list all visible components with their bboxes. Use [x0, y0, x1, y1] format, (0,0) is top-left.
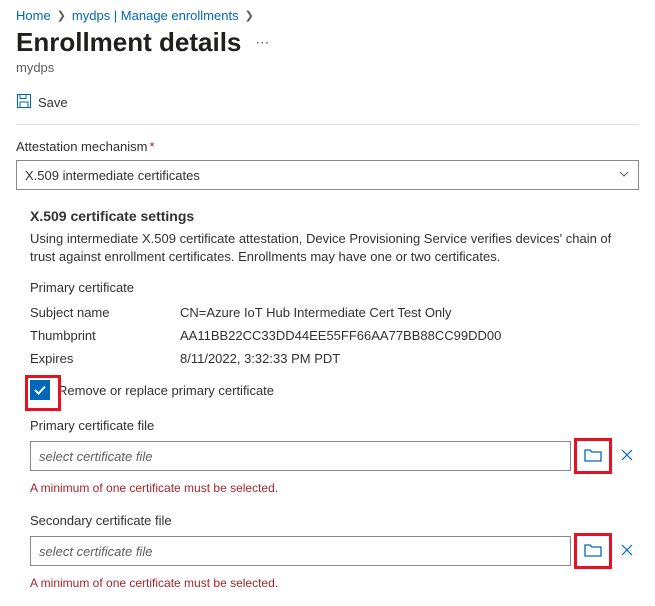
attestation-value: X.509 intermediate certificates	[25, 168, 618, 183]
x509-heading: X.509 certificate settings	[30, 208, 639, 224]
primary-file-clear-button[interactable]	[615, 441, 639, 471]
primary-file-input[interactable]: select certificate file	[30, 441, 571, 471]
remove-replace-label: Remove or replace primary certificate	[58, 383, 274, 398]
breadcrumb-mydps[interactable]: mydps | Manage enrollments	[72, 8, 239, 23]
secondary-file-placeholder: select certificate file	[39, 544, 152, 559]
folder-icon	[583, 445, 603, 468]
primary-file-label: Primary certificate file	[30, 418, 639, 433]
subject-name-label: Subject name	[30, 305, 180, 320]
save-label: Save	[38, 95, 68, 110]
expires-label: Expires	[30, 351, 180, 366]
primary-file-placeholder: select certificate file	[39, 449, 152, 464]
chevron-right-icon: ❯	[245, 9, 254, 22]
chevron-down-icon	[618, 168, 630, 183]
folder-icon	[583, 540, 603, 563]
secondary-file-input[interactable]: select certificate file	[30, 536, 571, 566]
x509-desc: Using intermediate X.509 certificate att…	[30, 230, 630, 266]
save-button[interactable]: Save	[16, 93, 639, 112]
page-title: Enrollment details	[16, 27, 241, 58]
expires-value: 8/11/2022, 3:32:33 PM PDT	[180, 351, 639, 366]
save-icon	[16, 93, 32, 112]
checkbox-checked-icon	[30, 380, 50, 400]
primary-cert-details: Subject name CN=Azure IoT Hub Intermedia…	[30, 301, 639, 370]
close-icon	[619, 447, 635, 466]
chevron-right-icon: ❯	[57, 9, 66, 22]
primary-file-browse-button[interactable]	[577, 441, 609, 471]
thumbprint-label: Thumbprint	[30, 328, 180, 343]
thumbprint-value: AA11BB22CC33DD44EE55FF66AA77BB88CC99DD00	[180, 328, 639, 343]
more-actions-button[interactable]: ⋯	[251, 34, 273, 51]
secondary-file-error: A minimum of one certificate must be sel…	[30, 576, 639, 590]
close-icon	[619, 542, 635, 561]
attestation-select[interactable]: X.509 intermediate certificates	[16, 160, 639, 190]
primary-cert-heading: Primary certificate	[30, 280, 639, 295]
page-subtitle: mydps	[16, 60, 639, 75]
secondary-file-label: Secondary certificate file	[30, 513, 639, 528]
remove-replace-checkbox[interactable]: Remove or replace primary certificate	[30, 380, 639, 400]
secondary-file-clear-button[interactable]	[615, 536, 639, 566]
divider	[16, 124, 639, 125]
secondary-file-browse-button[interactable]	[577, 536, 609, 566]
breadcrumb: Home ❯ mydps | Manage enrollments ❯	[16, 8, 639, 23]
attestation-label: Attestation mechanism*	[16, 139, 639, 154]
primary-file-error: A minimum of one certificate must be sel…	[30, 481, 639, 495]
breadcrumb-home[interactable]: Home	[16, 8, 51, 23]
subject-name-value: CN=Azure IoT Hub Intermediate Cert Test …	[180, 305, 639, 320]
